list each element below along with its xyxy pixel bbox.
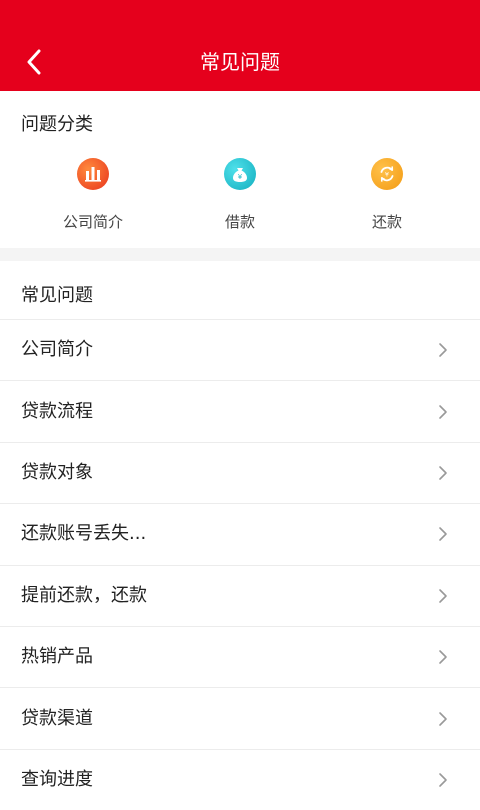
faq-item-label: 查询进度	[21, 768, 93, 790]
category-section-title: 问题分类	[21, 114, 93, 135]
faq-item-label: 贷款流程	[21, 400, 93, 422]
category-label: 借款	[224, 213, 255, 231]
faq-item-label: 贷款渠道	[21, 707, 93, 729]
faq-item-label: 还款账号丢失...	[21, 523, 147, 545]
faq-item-label: 热销产品	[21, 646, 93, 668]
category-company-intro[interactable]: 公司简介	[33, 158, 153, 240]
faq-item-lost-account[interactable]: 还款账号丢失...	[0, 503, 480, 564]
chevron-right-icon	[439, 650, 447, 664]
category-grid: 公司简介 ¥ 借款 ¥ 还款	[0, 158, 480, 248]
category-label: 公司简介	[62, 213, 123, 231]
svg-text:¥: ¥	[238, 173, 243, 181]
faq-item-company-intro[interactable]: 公司简介	[0, 319, 480, 380]
chevron-right-icon	[439, 588, 447, 603]
faq-item-label: 提前还款，还款	[21, 584, 147, 606]
chevron-right-icon	[439, 404, 447, 419]
app-header: 常见问题	[0, 0, 480, 91]
faq-item-label: 贷款对象	[21, 461, 93, 483]
page-title: 常见问题	[200, 50, 280, 74]
category-borrow[interactable]: ¥ 借款	[180, 158, 300, 240]
chevron-right-icon	[439, 773, 447, 787]
chevron-right-icon	[439, 711, 447, 726]
category-label: 还款	[371, 213, 402, 231]
faq-item-hot-products[interactable]: 热销产品	[0, 625, 480, 687]
section-divider	[0, 248, 480, 261]
category-repay[interactable]: ¥ 还款	[327, 158, 447, 240]
refund-cycle-icon: ¥	[371, 158, 403, 190]
faq-section-title: 常见问题	[21, 285, 93, 306]
money-bag-icon: ¥	[224, 158, 256, 190]
building-icon	[77, 158, 109, 190]
chevron-right-icon	[439, 343, 447, 357]
faq-list: 公司简介 贷款流程 贷款对象 还款账号丢失... 提前还款，还款 热销产品 贷款…	[0, 319, 480, 810]
faq-item-label: 公司简介	[21, 339, 93, 361]
chevron-right-icon	[439, 466, 447, 480]
faq-item-loan-target[interactable]: 贷款对象	[0, 441, 480, 503]
faq-item-loan-process[interactable]: 贷款流程	[0, 380, 480, 441]
svg-text:¥: ¥	[385, 171, 389, 179]
faq-item-loan-channels[interactable]: 贷款渠道	[0, 687, 480, 748]
faq-item-early-repayment[interactable]: 提前还款，还款	[0, 564, 480, 626]
chevron-right-icon	[439, 527, 447, 542]
faq-item-check-progress[interactable]: 查询进度	[0, 748, 480, 810]
